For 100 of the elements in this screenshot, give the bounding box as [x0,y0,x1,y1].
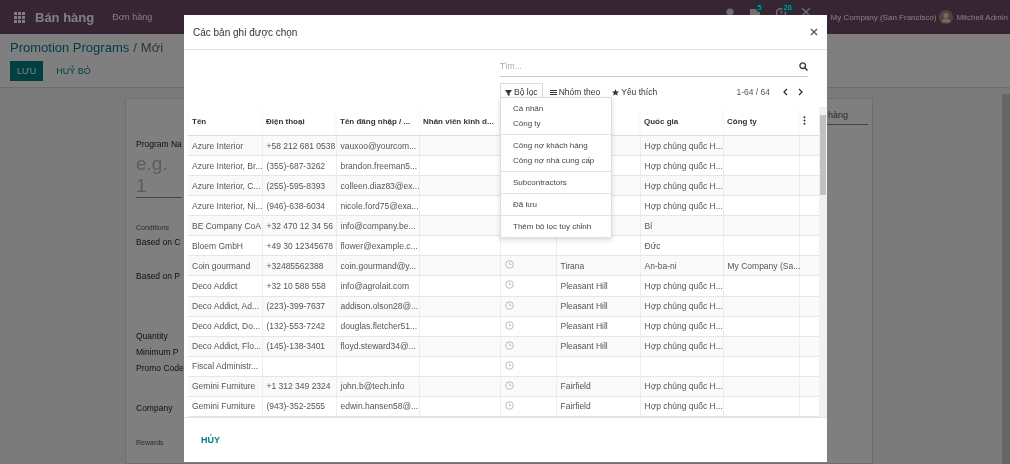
table-cell: Fiscal Administr... [192,361,259,372]
column-header[interactable]: Điện thoại [266,116,305,126]
avatar-icon[interactable] [939,10,954,24]
table-cell: (946)-638-6034 [266,200,326,211]
table-cell: flower@example.c... [340,240,418,251]
filter-toggle[interactable]: Nhóm theo [544,83,606,101]
table-cell: Azure Interior [192,140,244,151]
company-switcher[interactable]: My Company (San Francisco) [830,12,937,22]
menu-item[interactable]: Công nợ nhà cung cấp [501,153,611,168]
pager-value: 1-64 / 64 [736,87,770,97]
menu-item[interactable]: Đơn hàng [112,12,153,22]
table-cell: Hợp chủng quốc H... [644,341,723,352]
table-cell: (255)-595-8393 [266,180,326,191]
table-cell: Fairfield [560,401,591,412]
table-cell: Hợp chủng quốc H... [644,160,723,171]
field-label: Company [136,403,173,413]
table-cell: Deco Addict [192,280,238,291]
app-name: Bán hàng [35,9,95,25]
table-cell: My Company (Sa... [727,260,801,271]
breadcrumb-separator: / [133,40,137,55]
table-cell: (145)-138-3401 [266,341,326,352]
field-label: Promo Code [136,363,184,373]
menu-item[interactable]: Công ty [501,116,611,131]
previous-icon[interactable] [782,88,788,96]
table-cell: +32 470 12 34 56 [266,220,333,231]
column-header[interactable]: Tên [192,116,207,126]
table-cell: Hợp chủng quốc H... [644,280,723,291]
menu-item[interactable]: Subcontractors [501,175,611,190]
table-cell: colleen.diaz83@ex... [340,180,420,191]
column-header[interactable]: Công ty [727,116,757,126]
field-label: Based on P [136,271,180,281]
column-header[interactable]: Nhân viên kinh d... [423,116,494,126]
table-cell: Coin gourmand [192,260,251,271]
table-cell: info@agrolait.com [340,280,410,291]
table-cell: (943)-352-2555 [266,401,326,412]
table-cell: Đức [644,240,661,251]
apps-grid-icon[interactable] [14,11,25,23]
dialog-title: Các bản ghi được chọn [193,26,298,38]
list-icon [549,88,557,96]
field-label: Quantity [136,331,168,341]
table-cell: Deco Addict, Flo... [192,341,261,352]
search-field[interactable]: Tìm... [500,57,799,75]
table-cell: Hợp chủng quốc H... [644,381,723,392]
table-cell: +58 212 681 0538 [266,140,336,151]
table-cell: Pleasant Hill [560,321,608,332]
table-cell: Hợp chủng quốc H... [644,401,723,412]
table-cell: Pleasant Hill [560,280,608,291]
table-cell: +49 30 12345678 [266,240,333,251]
table-cell: Azure Interior, Ni... [192,200,263,211]
table-cell: Hợp chủng quốc H... [644,140,723,151]
table-cell: +32485562388 [266,260,324,271]
table-cell: brandon.freeman5... [340,160,418,171]
table-cell: An-ba-ni [644,260,677,271]
table-cell: Gemini Furniture [192,401,256,412]
table-cell: (132)-553-7242 [266,321,326,332]
table-cell: Deco Addict, Ad... [192,301,260,312]
table-cell: nicole.ford75@exa... [340,200,419,211]
table-cell: Fairfield [560,381,591,392]
table-cell: Hợp chủng quốc H... [644,180,723,191]
table-cell: Pleasant Hill [560,301,608,312]
next-icon[interactable] [798,88,804,96]
field-label: Based on C [136,237,181,247]
table-cell: Bloem GmbH [192,240,243,251]
close-icon[interactable] [810,28,818,36]
table-cell: douglas.fletcher51... [340,321,418,332]
table-cell: john.b@tech.info [340,381,405,392]
table-cell: Hợp chủng quốc H... [644,321,723,332]
table-cell: Azure Interior, C... [192,180,261,191]
cancel-button[interactable]: HỦY [194,430,227,450]
menu-item[interactable]: Đã lưu [501,197,611,212]
user-menu[interactable]: Mitchell Admin [956,12,1008,22]
table-cell: +32 10 588 558 [266,280,326,291]
menu-item[interactable]: Cá nhân [501,101,611,116]
table-cell: Hợp chủng quốc H... [644,200,723,211]
table-cell: coin.gourmand@y... [340,260,417,271]
table-cell: (223)-399-7637 [266,301,326,312]
table-cell: vauxoo@yourcom... [340,140,417,151]
table-cell: (355)-687-3262 [266,160,326,171]
table-cell: BE Company CoA [192,220,261,231]
scrollbar[interactable] [819,107,827,417]
table-cell: Azure Interior, Br... [192,160,263,171]
search-icon[interactable] [799,61,808,71]
table-cell: info@company.be... [340,220,416,231]
table-cell: floyd.steward34@... [340,341,416,352]
table-cell: Gemini Furniture [192,381,256,392]
table-cell: addison.olson28@... [340,301,419,312]
star-icon [612,88,620,96]
menu-item[interactable]: Thêm bộ lọc tùy chỉnh [501,219,611,234]
table-cell: +1 312 349 2324 [266,381,331,392]
menu-item[interactable]: Công nợ khách hàng [501,138,611,153]
field-label: Minimum P [136,347,179,357]
column-header[interactable]: Tên đăng nhập / ... [340,116,411,126]
filter-icon [505,88,512,96]
table-cell: edwin.hansen58@... [340,401,419,412]
column-header[interactable]: Quốc gia [644,116,679,126]
more-options-icon[interactable] [803,115,806,125]
table-cell: Deco Addict, Do... [192,321,261,332]
breadcrumb-current: Mới [140,40,164,55]
filter-toggle[interactable]: Yêu thích [607,83,663,101]
table-cell: Hợp chủng quốc H... [644,301,723,312]
